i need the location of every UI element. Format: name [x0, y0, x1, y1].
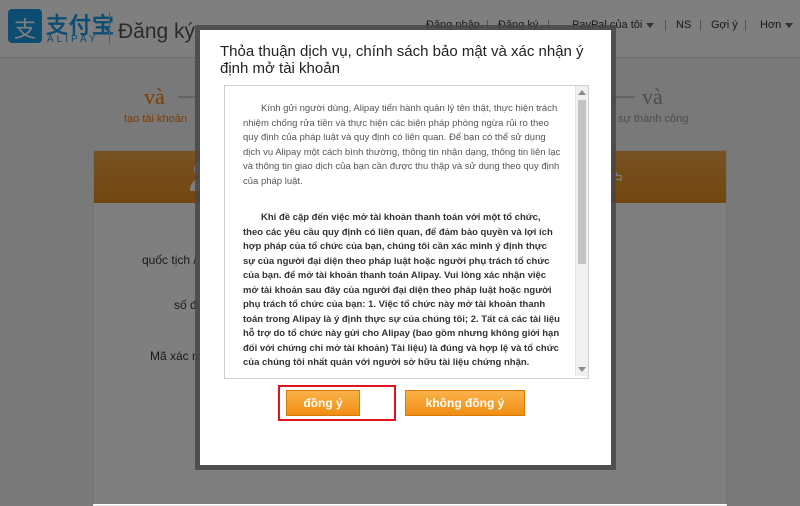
- agreement-content: Kính gửi người dùng, Alipay tiến hành qu…: [243, 102, 561, 371]
- agreement-paragraph-2: Khi đề cập đến việc mở tài khoản thanh t…: [243, 212, 560, 368]
- scroll-up-icon[interactable]: [578, 90, 586, 95]
- agreement-dialog: Thỏa thuận dịch vụ, chính sách bảo mật v…: [200, 30, 611, 465]
- dialog-title: Thỏa thuận dịch vụ, chính sách bảo mật v…: [220, 43, 584, 77]
- agree-highlight-box: [278, 385, 396, 421]
- agreement-paragraph-1: Kính gửi người dùng, Alipay tiến hành qu…: [243, 103, 561, 187]
- scrollbar-thumb[interactable]: [578, 100, 586, 264]
- disagree-button[interactable]: không đồng ý: [405, 390, 525, 416]
- vertical-scrollbar[interactable]: [575, 86, 588, 376]
- agreement-text-box[interactable]: Kính gửi người dùng, Alipay tiến hành qu…: [224, 85, 589, 379]
- scroll-down-icon[interactable]: [578, 367, 586, 372]
